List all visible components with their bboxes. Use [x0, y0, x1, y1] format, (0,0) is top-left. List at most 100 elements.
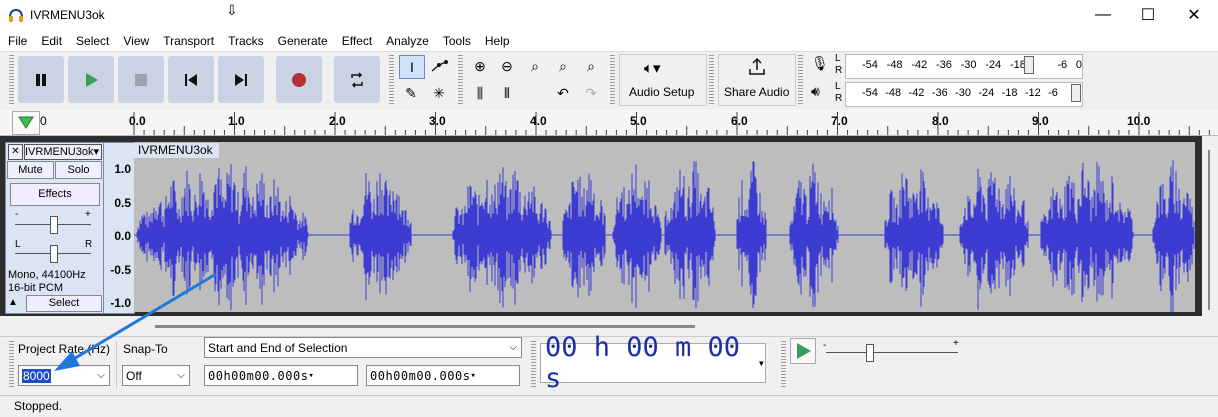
redo-button[interactable]: ↷ — [579, 82, 603, 104]
audio-setup-label: Audio Setup — [629, 85, 695, 99]
pan-slider[interactable] — [50, 245, 58, 263]
trim-audio-button[interactable]: ⫼ — [468, 82, 492, 104]
ruler-label: 10.0 — [1127, 114, 1151, 128]
pencil-icon: ✎ — [405, 84, 417, 101]
toolbar-grip[interactable] — [610, 55, 615, 105]
play-icon — [797, 343, 811, 359]
fit-project-button[interactable]: ⌕ — [551, 55, 575, 77]
title-bar — [0, 0, 1218, 30]
pause-icon — [36, 73, 46, 86]
effects-button[interactable]: Effects — [10, 183, 100, 206]
menu-generate[interactable]: Generate — [270, 34, 334, 48]
selection-tool-button[interactable]: I — [399, 55, 425, 79]
toolbar-grip[interactable] — [709, 55, 714, 105]
maximize-button[interactable]: ☐ — [1125, 0, 1171, 30]
menu-bar: File Edit Select View Transport Tracks G… — [0, 30, 1218, 51]
mouse-cursor-icon: ⇩ — [226, 2, 238, 18]
toolbar-grip[interactable] — [531, 341, 536, 389]
play-speed-slider[interactable] — [866, 344, 874, 362]
close-button[interactable]: ✕ — [1171, 0, 1217, 30]
skip-to-end-button[interactable] — [218, 56, 264, 103]
undo-button[interactable]: ↶ — [551, 82, 575, 104]
share-audio-label: Share Audio — [724, 85, 790, 99]
draw-tool-button[interactable]: ✎ — [399, 82, 423, 104]
waveform-clip[interactable] — [134, 142, 1195, 315]
menu-help[interactable]: Help — [477, 34, 516, 48]
skip-end-icon — [235, 73, 247, 86]
audio-setup-button[interactable]: 🔈︎▾ Audio Setup — [619, 54, 707, 106]
menu-transport[interactable]: Transport — [155, 34, 220, 48]
waveform — [134, 159, 1195, 315]
mute-button[interactable]: Mute — [7, 161, 54, 179]
audacity-logo-icon — [8, 7, 24, 23]
zoom-out-button[interactable]: ⊖ — [495, 55, 519, 77]
menu-file[interactable]: File — [0, 34, 33, 48]
loop-icon — [351, 71, 363, 88]
zoom-in-icon: ⊕ — [474, 57, 486, 74]
microphone-icon: 🎙︎ — [811, 55, 829, 71]
toolbar-grip[interactable] — [9, 55, 14, 105]
record-button[interactable] — [276, 56, 322, 103]
playback-level-slider[interactable] — [1071, 84, 1081, 102]
speaker-icon: 🔈︎▾ — [644, 60, 661, 77]
toolbar-grip[interactable] — [458, 55, 463, 105]
ruler-label: 1.0 — [228, 114, 245, 128]
zoom-toggle-button[interactable]: ⌕ — [579, 55, 603, 77]
ruler-label: 4.0 — [530, 114, 547, 128]
play-button[interactable] — [68, 56, 114, 103]
toolbar-grip[interactable] — [781, 341, 786, 389]
menu-view[interactable]: View — [115, 34, 155, 48]
menu-edit[interactable]: Edit — [33, 34, 68, 48]
playback-speaker-icon: 🔊︎ — [811, 83, 820, 99]
loop-button[interactable] — [334, 56, 380, 103]
redo-icon: ↷ — [585, 84, 597, 101]
gain-plus-label: + — [85, 209, 91, 220]
menu-effect[interactable]: Effect — [334, 34, 378, 48]
selection-end-time[interactable]: 00h00m00.000s ▾ — [366, 365, 520, 386]
audio-position-display[interactable]: 00 h 00 m 00 s ▾ — [540, 332, 766, 394]
dropdown-arrow-icon: ▾ — [93, 146, 99, 158]
play-icon — [86, 72, 98, 87]
gain-slider[interactable] — [50, 216, 58, 234]
close-track-button[interactable]: ✕ — [8, 144, 23, 160]
share-audio-button[interactable]: Share Audio — [718, 54, 796, 106]
menu-select[interactable]: Select — [68, 34, 115, 48]
vertical-scrollbar[interactable] — [1204, 150, 1214, 310]
zoom-in-button[interactable]: ⊕ — [468, 55, 492, 77]
chevron-down-icon: ⌵ — [509, 342, 517, 353]
record-icon — [292, 72, 306, 87]
play-at-speed-button[interactable] — [790, 338, 816, 364]
menu-tracks[interactable]: Tracks — [220, 34, 270, 48]
selection-mode-combo[interactable]: Start and End of Selection ⌵ — [204, 337, 522, 358]
toolbar-grip[interactable] — [9, 341, 14, 389]
menu-tools[interactable]: Tools — [435, 34, 477, 48]
chevron-down-icon: ▾ — [757, 356, 765, 370]
multi-tool-button[interactable]: ✳ — [427, 82, 451, 104]
stop-button[interactable] — [118, 56, 164, 103]
clip-title[interactable]: IVRMENU3ok — [134, 143, 219, 158]
skip-to-start-button[interactable] — [168, 56, 214, 103]
record-level-slider[interactable] — [1024, 56, 1034, 74]
upload-icon — [747, 57, 767, 80]
solo-button[interactable]: Solo — [55, 161, 102, 179]
track-menu-button[interactable]: IVRMENU3ok▾ — [24, 144, 102, 160]
zoom-toggle-icon: ⌕ — [587, 57, 595, 74]
fit-project-icon: ⌕ — [559, 57, 567, 74]
collapse-track-icon[interactable]: ▲ — [8, 297, 18, 308]
ruler-label: 0.0 — [129, 114, 146, 128]
toolbar-grip[interactable] — [389, 55, 394, 105]
record-meter-scale: -54 -48 -42 -36 -30 -24 -18 -6 0 — [862, 59, 1082, 71]
menu-analyze[interactable]: Analyze — [378, 34, 435, 48]
record-meter-lr: LR — [835, 53, 843, 76]
silence-audio-button[interactable]: ⫴ — [495, 82, 519, 104]
pause-button[interactable] — [18, 56, 64, 103]
annotation-arrow — [54, 272, 217, 371]
fit-selection-button[interactable]: ⌕ — [523, 55, 547, 77]
i-beam-icon: I — [410, 59, 414, 75]
horizontal-scrollbar[interactable] — [155, 325, 695, 328]
ruler-label: 7.0 — [831, 114, 848, 128]
minimize-button[interactable]: — — [1080, 0, 1126, 30]
skip-start-icon — [185, 73, 197, 86]
toolbar-grip[interactable] — [798, 55, 803, 105]
envelope-tool-button[interactable] — [427, 55, 451, 77]
